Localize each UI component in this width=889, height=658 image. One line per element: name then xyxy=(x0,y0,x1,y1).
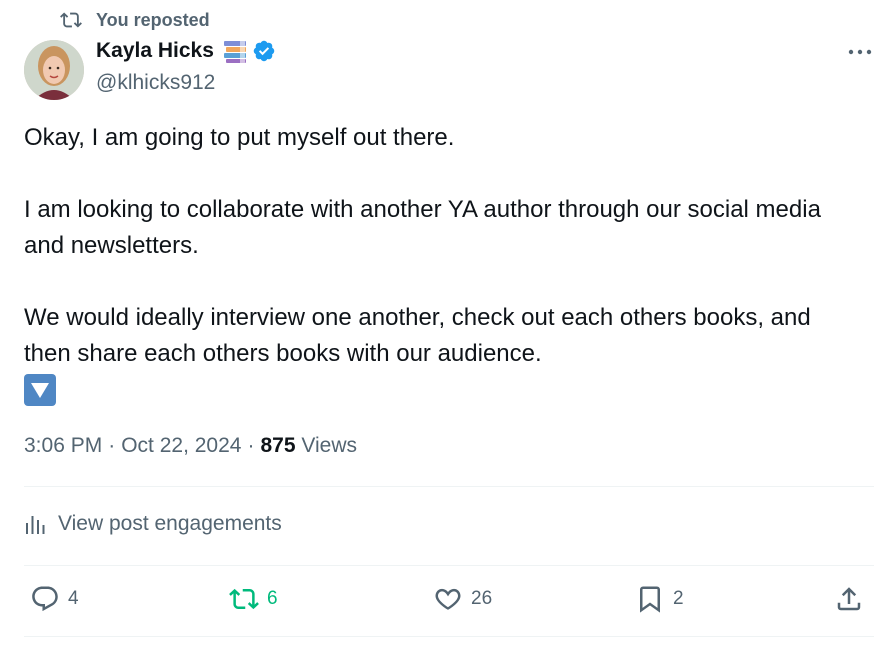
repost-icon xyxy=(229,588,259,610)
views-count: 875 xyxy=(260,434,296,457)
down-arrow-button-icon xyxy=(24,374,56,406)
bookmark-icon xyxy=(640,586,660,613)
repost-banner-label: You reposted xyxy=(96,9,210,30)
heart-icon xyxy=(435,588,461,610)
reply-icon xyxy=(32,586,58,612)
avatar-image xyxy=(24,40,84,100)
tweet-text: Okay, I am going to put myself out there… xyxy=(24,124,821,367)
divider xyxy=(24,486,874,487)
like-button[interactable]: 26 xyxy=(433,584,492,614)
author-handle[interactable]: @klhicks912 xyxy=(96,71,215,95)
reply-button[interactable]: 4 xyxy=(30,584,79,614)
share-button[interactable] xyxy=(834,584,864,614)
reply-count: 4 xyxy=(68,588,79,609)
repost-count: 6 xyxy=(267,588,278,609)
repost-button[interactable]: 6 xyxy=(229,584,278,614)
tweet-date[interactable]: Oct 22, 2024 xyxy=(121,434,241,458)
avatar[interactable] xyxy=(24,40,84,100)
bookmark-button[interactable]: 2 xyxy=(635,584,684,614)
verified-icon[interactable] xyxy=(252,39,276,63)
tweet-time[interactable]: 3:06 PM xyxy=(24,434,102,458)
share-icon xyxy=(837,587,861,611)
author-name[interactable]: Kayla Hicks xyxy=(96,39,214,63)
divider xyxy=(24,565,874,566)
divider xyxy=(24,636,874,637)
author-name-row[interactable]: Kayla Hicks xyxy=(96,38,276,64)
bookmark-count: 2 xyxy=(673,588,684,609)
repost-banner[interactable]: You reposted xyxy=(60,9,210,31)
repost-icon xyxy=(60,12,82,28)
more-options-icon[interactable] xyxy=(846,42,874,62)
meta-separator: · xyxy=(247,434,255,457)
action-bar: 4 6 26 2 xyxy=(24,584,874,620)
view-engagements-label: View post engagements xyxy=(58,512,282,535)
analytics-icon xyxy=(26,516,45,534)
books-icon xyxy=(223,41,246,63)
view-engagements-link[interactable]: View post engagements xyxy=(24,512,282,536)
views-label: Views xyxy=(301,434,357,457)
meta-separator: · xyxy=(108,434,116,457)
tweet-meta: 3:06 PM · Oct 22, 2024 · 875 Views xyxy=(24,434,357,458)
like-count: 26 xyxy=(471,588,493,609)
